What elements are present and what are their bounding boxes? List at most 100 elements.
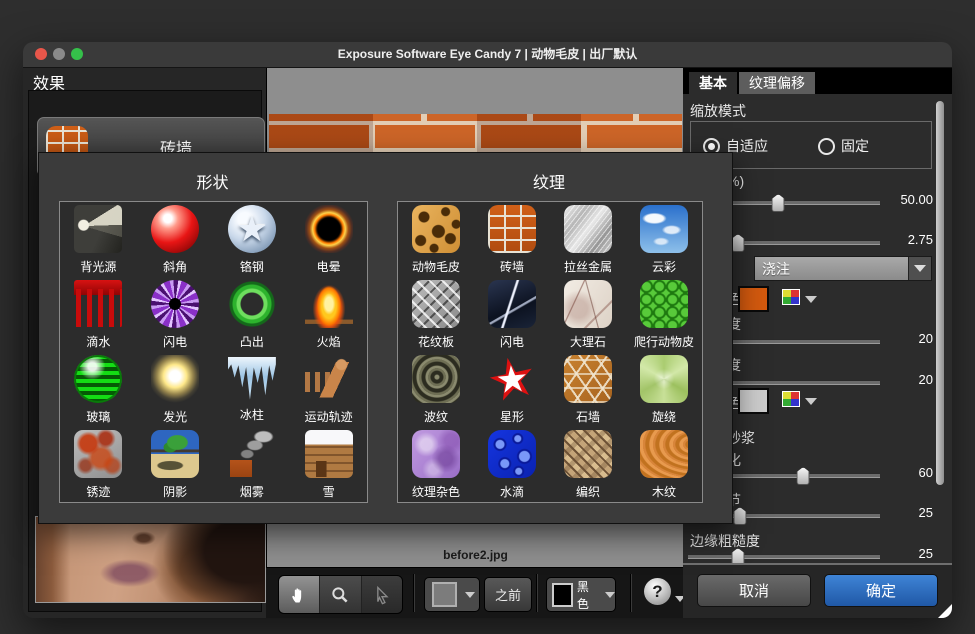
picker-item-corona[interactable]: 电晕	[290, 202, 367, 277]
background-color-button[interactable]: 黑色	[546, 577, 616, 612]
picker-item-motion-trail[interactable]: 运动轨迹	[290, 352, 367, 427]
scale-mode-label: 缩放模式	[690, 101, 746, 121]
picker-item-snow[interactable]: 雪	[290, 427, 367, 502]
cancel-button[interactable]: 取消	[697, 574, 811, 607]
picker-item-label: 火焰	[317, 333, 341, 350]
image-thumbnail[interactable]	[35, 516, 266, 603]
ratio-slider-knob[interactable]	[731, 234, 744, 252]
picker-item-label: 铬钢	[240, 258, 264, 275]
picker-item-electrify[interactable]: 闪电	[137, 277, 214, 352]
grout-dropdown[interactable]: 浇注	[754, 256, 932, 281]
motion-trail-icon	[305, 355, 353, 403]
texture-noise-icon	[412, 430, 460, 478]
before-button[interactable]: 之前	[484, 577, 532, 612]
zoom-tool-button[interactable]	[320, 576, 361, 613]
stone-wall-icon	[564, 355, 612, 403]
arrow-tool-button[interactable]	[362, 576, 402, 613]
picker-item-weave[interactable]: 编织	[550, 427, 626, 502]
picker-item-chrome[interactable]: 铬钢	[214, 202, 291, 277]
picker-item-brushed-metal[interactable]: 拉丝金属	[550, 202, 626, 277]
picker-item-icicles[interactable]: 冰柱	[214, 352, 291, 427]
picker-item-reptile-skin[interactable]: 爬行动物皮	[626, 277, 702, 352]
color-picker-grid-icon[interactable]	[783, 290, 799, 304]
picker-item-label: 云彩	[652, 258, 676, 275]
swirl-icon	[640, 355, 688, 403]
picker-item-label: 锈迹	[86, 483, 110, 500]
marble-icon	[564, 280, 612, 328]
radio-fixed[interactable]: 固定	[818, 136, 869, 156]
edge-roughness-slider-track[interactable]	[688, 554, 880, 559]
textures-group-title: 纹理	[397, 169, 701, 193]
picker-item-rust[interactable]: 锈迹	[60, 427, 137, 502]
picker-item-label: 闪电	[163, 333, 187, 350]
picker-item-drip[interactable]: 滴水	[60, 277, 137, 352]
picker-item-label: 编织	[576, 483, 600, 500]
picker-item-fire[interactable]: 火焰	[290, 277, 367, 352]
tab-basic[interactable]: 基本	[689, 72, 737, 94]
color-picker-grid-icon[interactable]	[783, 392, 799, 406]
picker-item-wood-grain[interactable]: 木纹	[626, 427, 702, 502]
picker-item-label: 电晕	[317, 258, 341, 275]
picker-item-lightning[interactable]: 闪电	[474, 277, 550, 352]
picker-item-label: 烟雾	[240, 483, 264, 500]
picker-item-label: 旋绕	[652, 408, 676, 425]
picker-item-smoke[interactable]: 烟雾	[214, 427, 291, 502]
picker-item-bevel[interactable]: 斜角	[137, 202, 214, 277]
detail-slider-knob[interactable]	[733, 507, 746, 525]
picker-item-label: 背光源	[80, 258, 116, 275]
mortar-variation-slider-knob[interactable]	[797, 467, 810, 485]
radio-fixed-label: 固定	[841, 136, 869, 156]
hand-tool-button[interactable]	[279, 576, 320, 613]
picker-item-star[interactable]: 星形	[474, 352, 550, 427]
scale-slider-knob[interactable]	[772, 194, 785, 212]
diamond-plate-icon	[412, 280, 460, 328]
picker-item-label: 阴影	[163, 483, 187, 500]
picker-item-clouds[interactable]: 云彩	[626, 202, 702, 277]
picker-item-water-drops[interactable]: 水滴	[474, 427, 550, 502]
picker-item-glow[interactable]: 发光	[137, 352, 214, 427]
picker-item-label: 拉丝金属	[564, 258, 612, 275]
preview-mode-swatch-button[interactable]	[424, 577, 480, 612]
weave-icon	[564, 430, 612, 478]
chevron-down-icon[interactable]	[805, 296, 817, 303]
mortar-variation-slider-value: 60	[873, 465, 933, 480]
picker-item-animal-fur[interactable]: 动物毛皮	[398, 202, 474, 277]
glow-icon	[151, 355, 199, 403]
mortar-color-swatch[interactable]	[738, 388, 769, 414]
picker-item-marble[interactable]: 大理石	[550, 277, 626, 352]
edge-roughness-slider-value: 25	[873, 546, 933, 561]
picker-item-stone-wall[interactable]: 石墙	[550, 352, 626, 427]
picker-item-extrude[interactable]: 凸出	[214, 277, 291, 352]
toolbar-separator	[536, 574, 537, 612]
picker-item-ripples[interactable]: 波纹	[398, 352, 474, 427]
picker-item-backlight[interactable]: 背光源	[60, 202, 137, 277]
tab-texture-offset[interactable]: 纹理偏移	[739, 72, 815, 94]
ok-button[interactable]: 确定	[824, 574, 938, 607]
picker-item-texture-noise[interactable]: 纹理杂色	[398, 427, 474, 502]
shapes-group-box: 背光源 斜角铬钢 电晕滴水闪电 凸出火焰玻璃 发光冰柱运动轨迹锈迹 阴影 烟雾 雪	[59, 201, 368, 503]
color-value-label: 黑色	[577, 578, 597, 612]
picker-item-swirl[interactable]: 旋绕	[626, 352, 702, 427]
shapes-group-title: 形状	[59, 169, 366, 193]
chevron-down-icon	[605, 592, 615, 598]
rust-icon	[74, 430, 122, 478]
water-drops-icon	[488, 430, 536, 478]
picker-item-label: 玻璃	[86, 408, 110, 425]
chevron-down-icon[interactable]	[805, 398, 817, 405]
picker-item-brick-wall[interactable]: 砖墙	[474, 202, 550, 277]
scrollbar-thumb[interactable]	[936, 101, 944, 485]
picker-item-glass[interactable]: 玻璃	[60, 352, 137, 427]
drip-icon	[74, 280, 122, 328]
brick-color-swatch[interactable]	[738, 286, 769, 312]
picker-item-label: 石墙	[576, 408, 600, 425]
picker-item-label: 水滴	[500, 483, 524, 500]
shadow-icon	[151, 430, 199, 478]
ripples-icon	[412, 355, 460, 403]
picker-item-shadow[interactable]: 阴影	[137, 427, 214, 502]
resize-grip[interactable]	[938, 604, 952, 618]
picker-item-label: 爬行动物皮	[634, 333, 694, 350]
picker-item-diamond-plate[interactable]: 花纹板	[398, 277, 474, 352]
settings-tab-bar: 基本 纹理偏移	[683, 68, 952, 94]
picker-item-label: 纹理杂色	[412, 483, 460, 500]
help-button[interactable]: ?	[644, 578, 671, 605]
